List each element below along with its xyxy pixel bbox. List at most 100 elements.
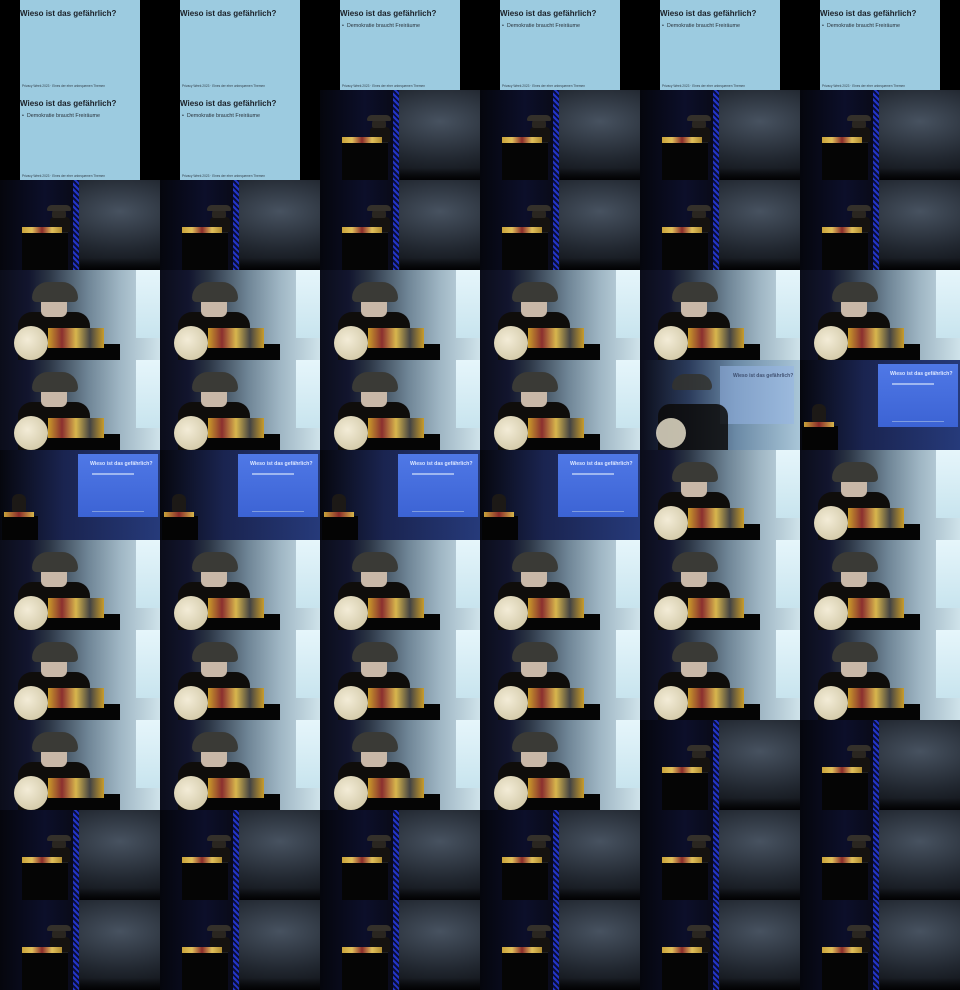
lectern: [662, 232, 708, 270]
stage-wide-frame[interactable]: [800, 720, 960, 810]
laptop: [164, 512, 194, 517]
stage-wide-frame[interactable]: [0, 900, 160, 990]
speaker-hat: [352, 372, 398, 392]
stage-wide-frame[interactable]: [320, 900, 480, 990]
slide-frame[interactable]: Wieso ist das gefährlich? Demokratie bra…: [480, 0, 640, 90]
slide-title: Wieso ist das gefährlich?: [660, 9, 757, 18]
speaker-closeup-frame[interactable]: [0, 270, 160, 360]
speaker-closeup-frame[interactable]: [320, 720, 480, 810]
plush-toys: [14, 416, 48, 450]
stage-wide-frame[interactable]: [0, 810, 160, 900]
laptop: [502, 137, 542, 143]
speaker-closeup-frame[interactable]: [160, 720, 320, 810]
laptop: [822, 857, 862, 863]
speaker-closeup-frame[interactable]: [160, 270, 320, 360]
laptop: [208, 328, 264, 348]
speaker-closeup-frame[interactable]: [800, 630, 960, 720]
laptop: [22, 857, 62, 863]
audience-seats: [240, 888, 320, 900]
speaker-closeup-frame[interactable]: [0, 720, 160, 810]
speaker-closeup-frame[interactable]: [640, 450, 800, 540]
speaker-closeup-frame[interactable]: [160, 630, 320, 720]
stage-wide-frame[interactable]: [160, 810, 320, 900]
projection-frame[interactable]: Wieso ist das gefährlich?: [160, 450, 320, 540]
speaker-closeup-frame[interactable]: [320, 360, 480, 450]
speaker-hat: [672, 374, 712, 390]
speaker-closeup-frame[interactable]: [480, 630, 640, 720]
speaker-closeup-frame[interactable]: [160, 540, 320, 630]
speaker-closeup-frame[interactable]: [640, 630, 800, 720]
stage-wide-frame[interactable]: [320, 180, 480, 270]
stage-wide-frame[interactable]: [640, 180, 800, 270]
stage-wide-frame[interactable]: [0, 180, 160, 270]
speaker-closeup-frame[interactable]: [480, 270, 640, 360]
speaker-closeup-frame[interactable]: [480, 360, 640, 450]
audience-seats: [720, 888, 800, 900]
slide-frame[interactable]: Wieso ist das gefährlich? Privacy Week 2…: [0, 0, 160, 90]
stage-wide-frame[interactable]: [480, 180, 640, 270]
plush-toys: [654, 326, 688, 360]
speaker-closeup-frame[interactable]: [160, 360, 320, 450]
stage-wide-frame[interactable]: [320, 90, 480, 180]
stage-wide-frame[interactable]: [160, 900, 320, 990]
slide-frame[interactable]: Wieso ist das gefährlich? Privacy Week 2…: [160, 0, 320, 90]
slide-frame[interactable]: Wieso ist das gefährlich? Demokratie bra…: [320, 0, 480, 90]
stage-wide-frame[interactable]: [800, 180, 960, 270]
projection-screen-edge: [936, 450, 960, 518]
stage-wide-frame[interactable]: [800, 810, 960, 900]
projected-slide-footer: [412, 511, 464, 512]
projection-screen-edge: [616, 540, 640, 608]
speaker-closeup-frame[interactable]: [800, 270, 960, 360]
laptop: [48, 418, 104, 438]
stage-wide-frame[interactable]: [480, 900, 640, 990]
speaker-hat: [352, 732, 398, 752]
speaker-closeup-frame[interactable]: [800, 540, 960, 630]
transition-frame[interactable]: Wieso ist das gefährlich?: [640, 360, 800, 450]
stage-wide-frame[interactable]: [480, 90, 640, 180]
stage-wide-frame[interactable]: [640, 720, 800, 810]
speaker-closeup-frame[interactable]: [320, 270, 480, 360]
stage-wide-frame[interactable]: [800, 900, 960, 990]
speaker-closeup-frame[interactable]: [320, 540, 480, 630]
projection-screen-edge: [776, 270, 800, 338]
speaker-hat: [512, 552, 558, 572]
projection-screen-edge: [136, 270, 160, 338]
speaker-closeup-frame[interactable]: [0, 360, 160, 450]
audience-seats: [560, 258, 640, 270]
projection-frame[interactable]: Wieso ist das gefährlich?: [0, 450, 160, 540]
projected-slide-footer: [92, 511, 144, 512]
speaker-closeup-frame[interactable]: [480, 540, 640, 630]
speaker-closeup-frame[interactable]: [480, 720, 640, 810]
projection-screen-edge: [296, 630, 320, 698]
stage-wide-frame[interactable]: [160, 180, 320, 270]
plush-toys: [814, 326, 848, 360]
speaker-closeup-frame[interactable]: [0, 540, 160, 630]
projection-frame[interactable]: Wieso ist das gefährlich?: [480, 450, 640, 540]
slide-frame[interactable]: Wieso ist das gefährlich? Demokratie bra…: [160, 90, 320, 180]
speaker-hat: [32, 732, 78, 752]
projection-frame[interactable]: Wieso ist das gefährlich?: [320, 450, 480, 540]
speaker-hat: [687, 745, 711, 751]
slide-footer: Privacy Week 2023 · Eines der eher unbeq…: [22, 174, 105, 178]
stage-wide-frame[interactable]: [800, 90, 960, 180]
slide-frame[interactable]: Wieso ist das gefährlich? Demokratie bra…: [800, 0, 960, 90]
speaker-closeup-frame[interactable]: [640, 540, 800, 630]
stage-wide-frame[interactable]: [640, 810, 800, 900]
projected-slide-footer: [892, 421, 944, 422]
slide-frame[interactable]: Wieso ist das gefährlich? Demokratie bra…: [640, 0, 800, 90]
projection-screen-edge: [456, 540, 480, 608]
speaker-closeup-frame[interactable]: [320, 630, 480, 720]
slide-frame[interactable]: Wieso ist das gefährlich? Demokratie bra…: [0, 90, 160, 180]
speaker-closeup-frame[interactable]: [0, 630, 160, 720]
stage-wide-frame[interactable]: [480, 810, 640, 900]
speaker-hat: [687, 115, 711, 121]
light-truss: [73, 900, 79, 990]
stage-wide-frame[interactable]: [640, 900, 800, 990]
speaker-closeup-frame[interactable]: [640, 270, 800, 360]
projection-frame[interactable]: Wieso ist das gefährlich?: [800, 360, 960, 450]
speaker-closeup-frame[interactable]: [800, 450, 960, 540]
stage-wide-frame[interactable]: [640, 90, 800, 180]
stage-wide-frame[interactable]: [320, 810, 480, 900]
audience-seats: [80, 978, 160, 990]
speaker-hat: [687, 925, 711, 931]
